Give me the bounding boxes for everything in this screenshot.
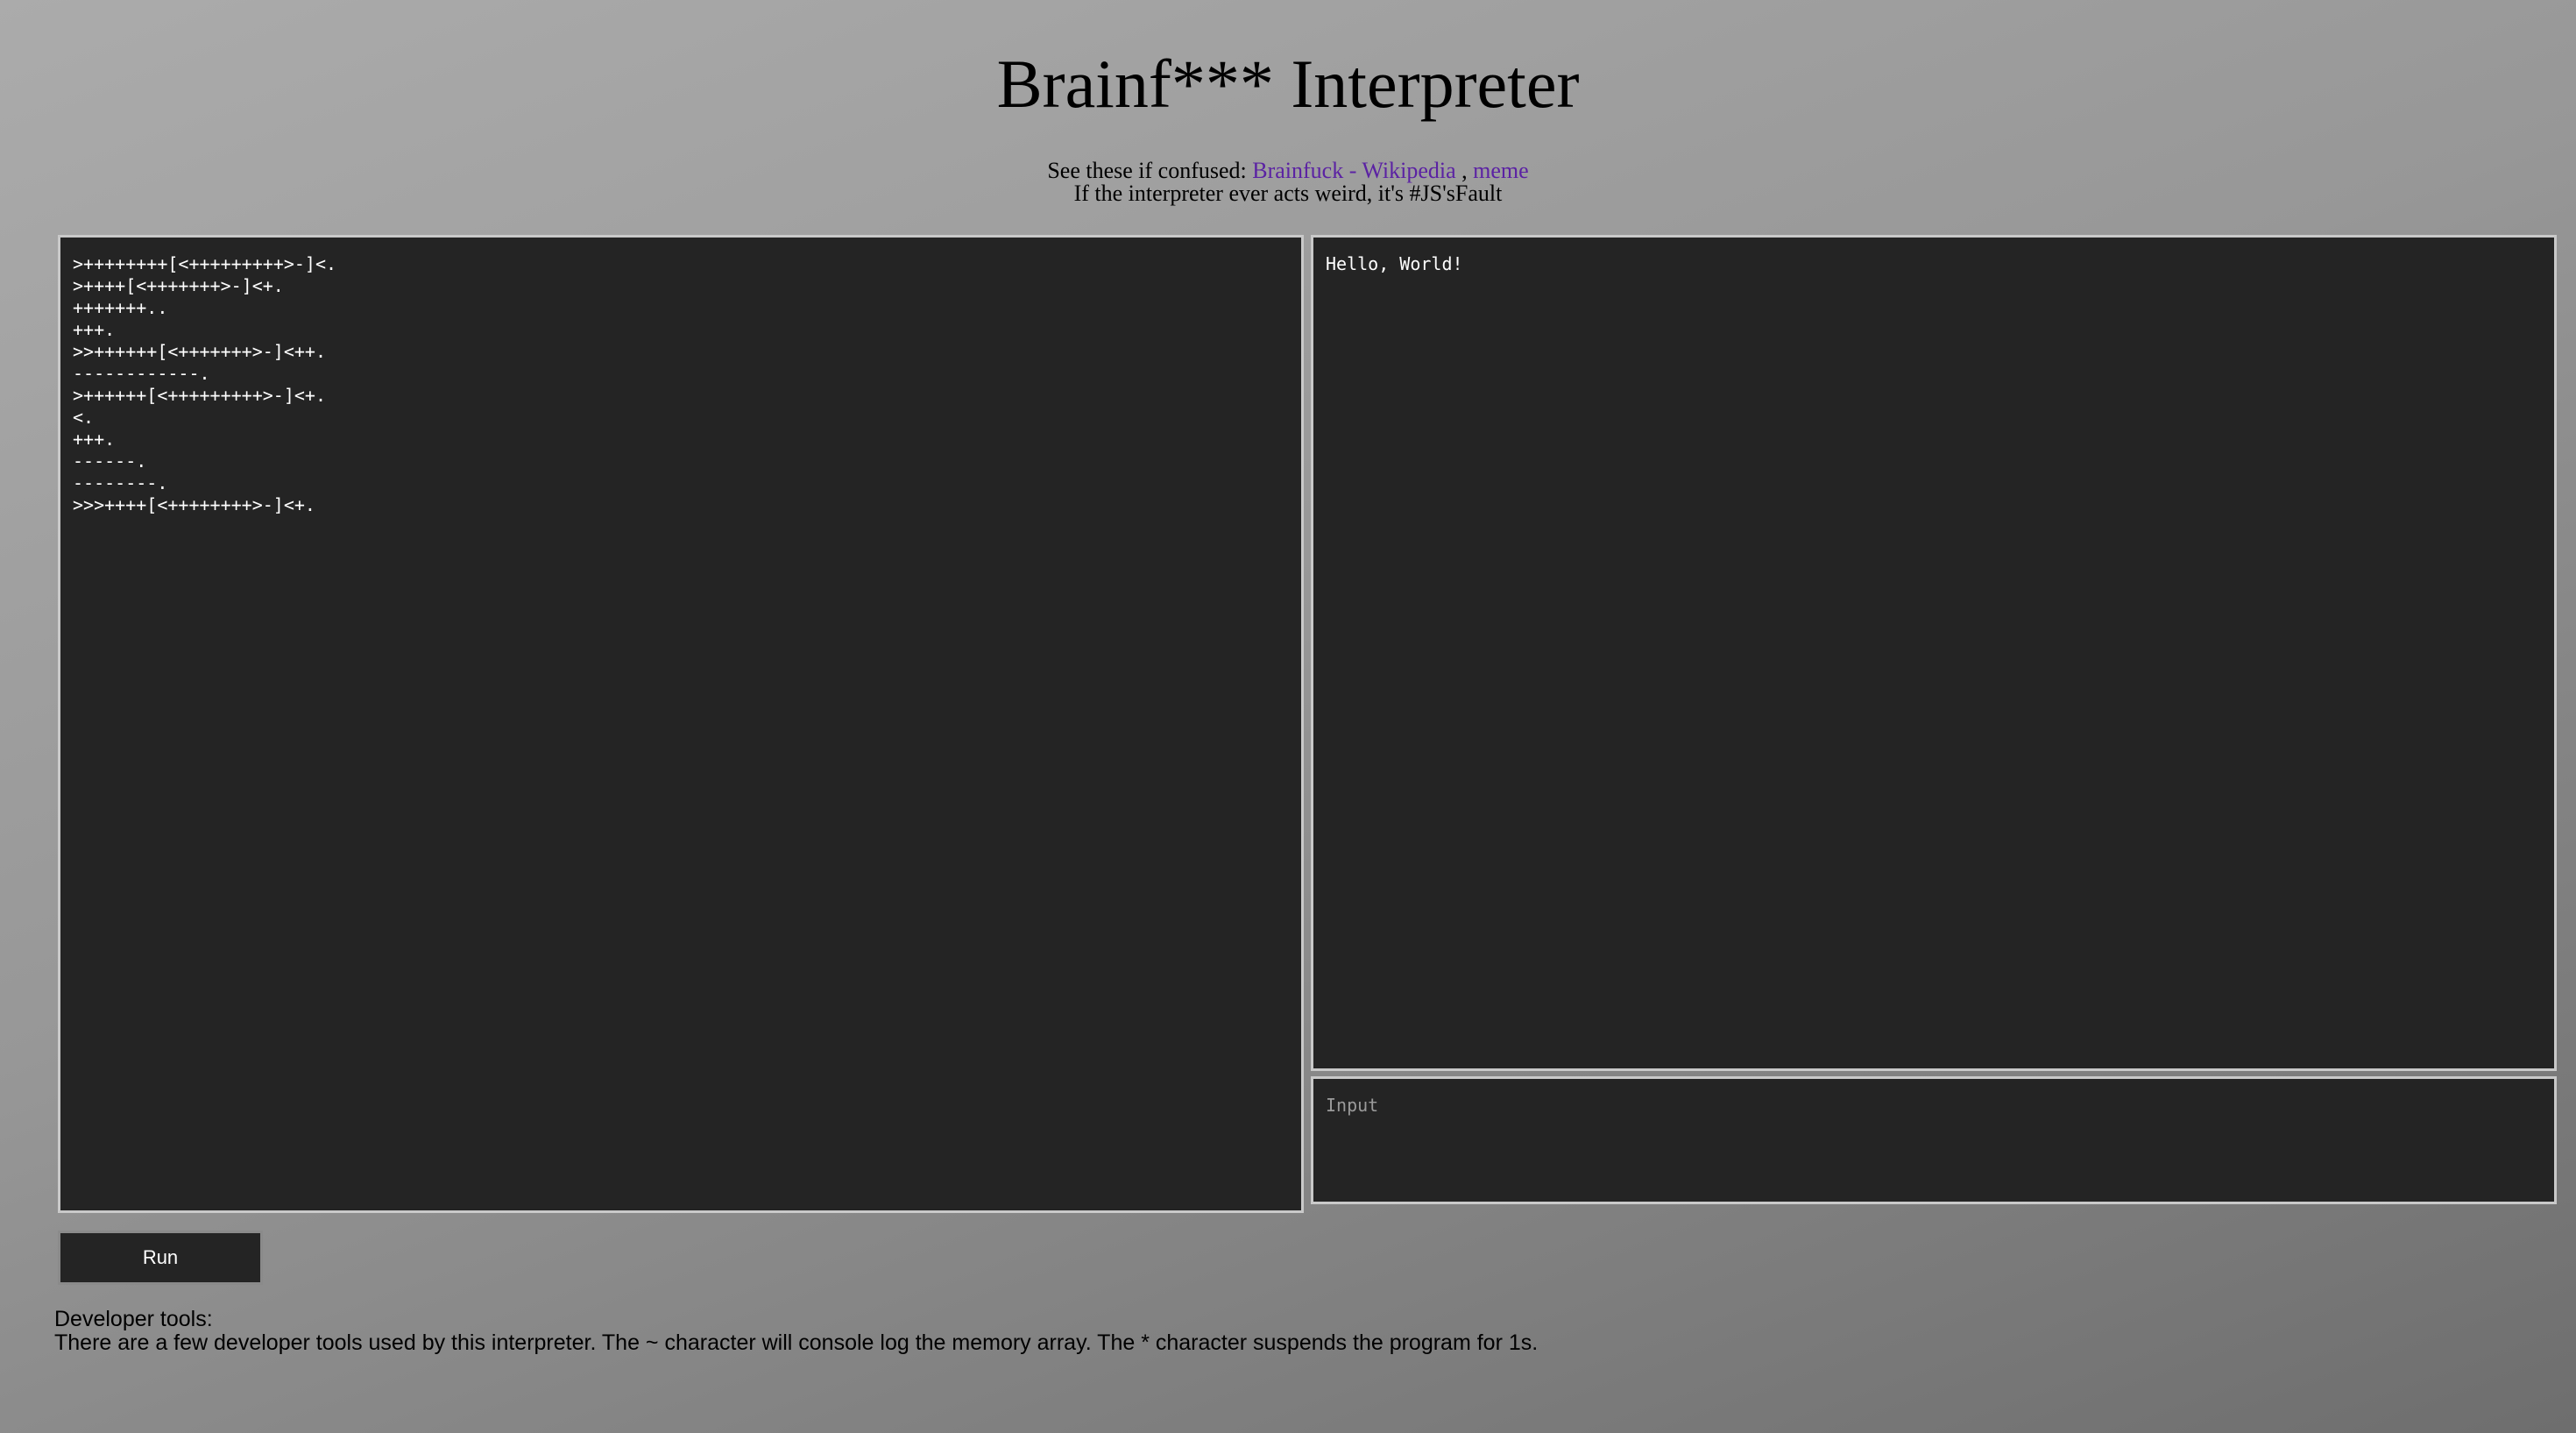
warning-text: If the interpreter ever acts weird, it's…: [1073, 181, 1503, 206]
wikipedia-link[interactable]: Brainfuck - Wikipedia: [1252, 158, 1455, 183]
developer-tools-section: Developer tools: There are a few develop…: [54, 1308, 1538, 1355]
developer-tools-description: There are a few developer tools used by …: [54, 1330, 1539, 1355]
help-info: See these if confused: Brainfuck - Wikip…: [0, 160, 2576, 205]
help-prefix: See these if confused:: [1047, 158, 1253, 183]
code-editor[interactable]: [58, 235, 1304, 1213]
output-panel: Hello, World!: [1311, 235, 2557, 1071]
program-input-field[interactable]: [1311, 1076, 2557, 1204]
help-links-line: See these if confused: Brainfuck - Wikip…: [0, 160, 2576, 182]
developer-tools-heading: Developer tools:: [54, 1307, 213, 1331]
page-title: Brainf*** Interpreter: [996, 46, 1580, 122]
link-separator: ,: [1455, 158, 1474, 183]
run-button[interactable]: Run: [58, 1231, 263, 1285]
meme-link[interactable]: meme: [1473, 158, 1529, 183]
